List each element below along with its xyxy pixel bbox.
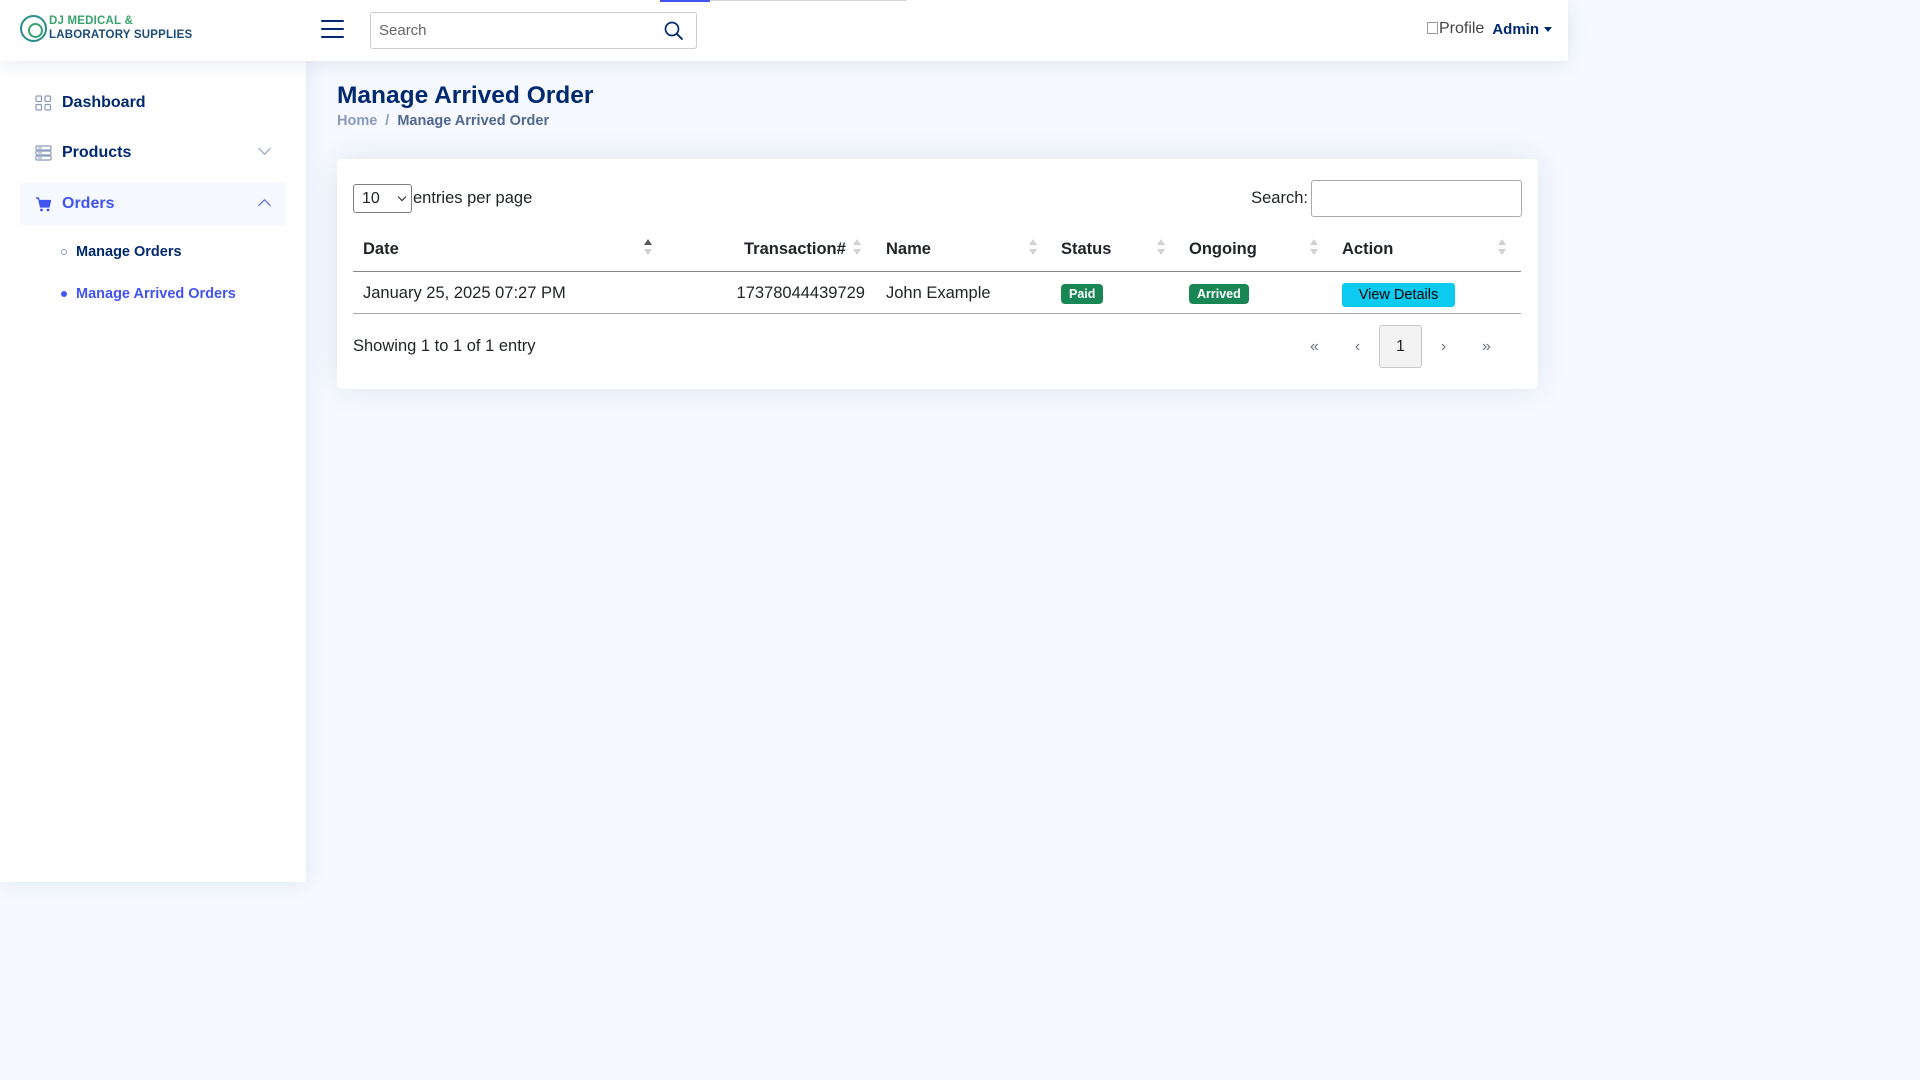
pagination-first[interactable]: «: [1293, 325, 1336, 368]
entries-per-page-label: entries per page: [413, 189, 533, 207]
cell-name: John Example: [886, 284, 991, 302]
sidebar-toggle-icon[interactable]: [321, 20, 344, 40]
table-row: January 25, 2025 07:27 PM 17378044439729…: [353, 272, 1521, 314]
cell-date: January 25, 2025 07:27 PM: [363, 284, 566, 302]
table-header: Date Transaction# Name Status Ongoing Ac…: [353, 231, 1521, 272]
brand-name: DJ MEDICAL & LABORATORY SUPPLIES: [49, 14, 192, 42]
table-search-label: Search:: [1251, 189, 1308, 207]
column-header-transaction[interactable]: Transaction#: [744, 240, 846, 259]
header-search-input[interactable]: [371, 13, 651, 48]
chevron-down-icon: [397, 192, 407, 202]
sidebar-item-products[interactable]: Products: [20, 131, 286, 175]
status-badge: Paid: [1061, 284, 1104, 304]
breadcrumb: Home / Manage Arrived Order: [337, 113, 549, 129]
ongoing-badge: Arrived: [1189, 284, 1249, 304]
table-search-input[interactable]: [1311, 180, 1522, 217]
breadcrumb-separator: /: [385, 113, 390, 129]
sidebar-subitem-label: Manage Arrived Orders: [76, 286, 236, 302]
sidebar-subitem-manage-orders[interactable]: Manage Orders: [61, 244, 182, 260]
orders-card: 10 entries per page Search: Date Transac…: [337, 159, 1538, 389]
search-icon[interactable]: [664, 21, 684, 41]
table-info: Showing 1 to 1 of 1 entry: [353, 337, 536, 355]
table-search: Search:: [1251, 180, 1522, 217]
sidebar: Dashboard Products Orders Manage Orders …: [0, 61, 306, 882]
bullet-icon: [61, 291, 67, 297]
sidebar-item-label: Dashboard: [62, 94, 146, 111]
logo-icon: [20, 14, 47, 42]
column-header-status[interactable]: Status: [1061, 240, 1111, 259]
entries-per-page-value: 10: [362, 189, 380, 207]
entries-per-page-select[interactable]: 10: [353, 184, 412, 213]
sidebar-item-dashboard[interactable]: Dashboard: [20, 81, 286, 125]
profile-name: Admin: [1492, 20, 1539, 38]
profile-image-alt: Profile: [1438, 20, 1485, 37]
bullet-icon: [61, 249, 67, 255]
pagination: « ‹ 1 › »: [1293, 325, 1508, 368]
brand-line-1: DJ MEDICAL &: [49, 15, 133, 27]
cell-transaction: 17378044439729: [736, 284, 865, 302]
top-accent-line: [660, 0, 907, 2]
pagination-page[interactable]: 1: [1379, 325, 1422, 368]
sidebar-subitem-manage-arrived-orders[interactable]: Manage Arrived Orders: [61, 286, 236, 302]
sidebar-subitem-label: Manage Orders: [76, 244, 182, 260]
grid-icon: [35, 95, 52, 111]
sort-icon[interactable]: [853, 239, 861, 257]
cart-icon: [36, 197, 52, 212]
pagination-next[interactable]: ›: [1422, 325, 1465, 368]
sort-icon[interactable]: [1310, 239, 1318, 257]
sidebar-item-orders[interactable]: Orders: [20, 182, 286, 226]
caret-down-icon: [1544, 26, 1552, 32]
chevron-down-icon: [258, 142, 271, 155]
pagination-prev[interactable]: ‹: [1336, 325, 1379, 368]
brand-line-2: LABORATORY SUPPLIES: [49, 29, 193, 41]
chevron-up-icon: [258, 199, 271, 212]
column-header-name[interactable]: Name: [886, 240, 931, 259]
sidebar-item-label: Orders: [62, 195, 115, 212]
view-details-button[interactable]: View Details: [1342, 283, 1455, 307]
header-search: [370, 12, 697, 49]
column-header-action[interactable]: Action: [1342, 240, 1393, 259]
top-header: DJ MEDICAL & LABORATORY SUPPLIES Profile…: [0, 0, 1568, 61]
sort-asc-icon[interactable]: [644, 239, 652, 257]
server-icon: [35, 145, 52, 161]
pagination-last[interactable]: »: [1465, 325, 1508, 368]
sort-icon[interactable]: [1029, 239, 1037, 257]
brand-logo[interactable]: DJ MEDICAL & LABORATORY SUPPLIES: [20, 14, 192, 42]
breadcrumb-current: Manage Arrived Order: [397, 113, 550, 129]
profile-dropdown[interactable]: Profile Admin: [1426, 20, 1552, 38]
entries-per-page: 10 entries per page: [353, 184, 532, 213]
page-title: Manage Arrived Order: [337, 82, 594, 109]
sort-icon[interactable]: [1498, 239, 1506, 257]
column-header-ongoing[interactable]: Ongoing: [1189, 240, 1257, 259]
column-header-date[interactable]: Date: [363, 240, 399, 259]
sidebar-item-label: Products: [62, 144, 132, 161]
breadcrumb-home-link[interactable]: Home: [337, 113, 377, 129]
broken-image-icon: [1426, 22, 1438, 34]
profile-image: Profile: [1426, 20, 1485, 38]
sort-icon[interactable]: [1157, 239, 1165, 257]
